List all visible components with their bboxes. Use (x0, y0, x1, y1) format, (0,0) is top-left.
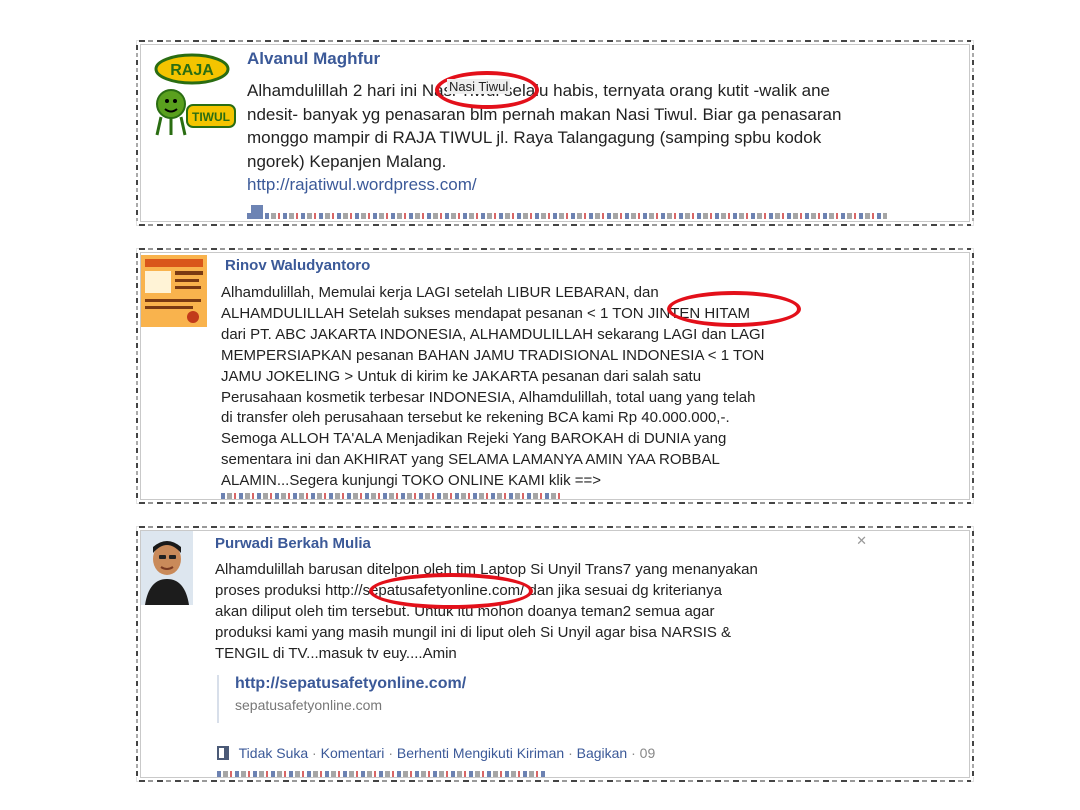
post-footer-garbled (217, 771, 547, 777)
flyer-thumbnail-icon (141, 255, 207, 327)
message-line: JAMU JOKELING > Untuk di kirim ke JAKART… (221, 367, 702, 385)
highlight-oval (667, 291, 801, 327)
share-link[interactable]: Bagikan (577, 745, 628, 761)
svg-text:RAJA: RAJA (170, 62, 214, 79)
message-line: Perusahaan kosmetik terbesar INDONESIA, … (221, 388, 756, 406)
post-message: Alhamdulillah 2 hari ini Nasi Tiwul sela… (247, 79, 841, 197)
post-author[interactable]: Alvanul Maghfur (247, 49, 380, 69)
post-link-garbled[interactable] (221, 493, 561, 499)
share-link-icon (217, 746, 229, 760)
message-line: MEMPERSIAPKAN pesanan BAHAN JAMU TRADISI… (221, 346, 765, 364)
post-footer-actions[interactable] (247, 213, 887, 219)
message-line: Semoga ALLOH TA'ALA Menjadikan Rejeki Ya… (221, 430, 727, 448)
message-line: produksi kami yang masih mungil ini di l… (215, 624, 732, 641)
post-actions: Tidak Suka · Komentari · Berhenti Mengik… (217, 745, 655, 761)
avatar[interactable]: RAJA TIWUL (147, 49, 237, 139)
profile-photo-icon (141, 531, 193, 605)
avatar[interactable] (141, 255, 207, 327)
post-author[interactable]: Rinov Waludyantoro (225, 257, 370, 274)
avatar[interactable] (141, 531, 193, 605)
post-3: Purwadi Berkah Mulia ✕ Alhamdulillah bar… (136, 526, 974, 782)
message-line: TENGIL di TV...masuk tv euy....Amin (215, 645, 457, 662)
unlike-link[interactable]: Tidak Suka (239, 745, 309, 761)
separator: · (312, 745, 317, 761)
post-2: Rinov Waludyantoro Alhamdulillah, Memula… (136, 248, 974, 504)
separator: · (388, 745, 393, 761)
message-line: di transfer oleh perusahaan tersebut ke … (221, 409, 730, 427)
message-line: dari PT. ABC JAKARTA INDONESIA, ALHAMDUL… (221, 325, 765, 343)
post-1: RAJA TIWUL Alvanul Maghfur Alhamdulillah… (136, 40, 974, 226)
like-icon (251, 205, 263, 219)
post-timestamp[interactable]: 09 (640, 745, 656, 761)
post-link[interactable]: http://rajatiwul.wordpress.com/ (247, 175, 477, 194)
message-line: ALAMIN...Segera kunjungi TOKO ONLINE KAM… (221, 472, 602, 490)
highlight-oval (369, 573, 533, 609)
message-line: sementara ini dan AKHIRAT yang SELAMA LA… (221, 451, 720, 469)
attachment-title[interactable]: http://sepatusafetyonline.com/ (235, 675, 466, 693)
separator: · (568, 745, 573, 761)
message-line: monggo mampir di RAJA TIWUL jl. Raya Tal… (247, 128, 822, 147)
separator: · (631, 745, 636, 761)
link-attachment[interactable]: http://sepatusafetyonline.com/ sepatusaf… (217, 675, 466, 723)
message-line: Alhamdulillah 2 hari ini Nasi Tiwul sela… (247, 81, 831, 100)
attachment-domain: sepatusafetyonline.com (235, 697, 383, 713)
hide-post-icon[interactable]: ✕ (856, 533, 867, 549)
post-author[interactable]: Purwadi Berkah Mulia (215, 535, 371, 552)
comment-link[interactable]: Komentari (321, 745, 385, 761)
raja-tiwul-logo-icon: RAJA TIWUL (154, 53, 236, 136)
highlight-label: Nasi Tiwul (447, 79, 511, 94)
svg-text:TIWUL: TIWUL (192, 110, 230, 124)
message-line: ndesit- banyak yg penasaran blm pernah m… (247, 104, 842, 124)
message-line: ngorek) Kepanjen Malang. (247, 151, 447, 171)
unfollow-link[interactable]: Berhenti Mengikuti Kiriman (397, 745, 564, 761)
